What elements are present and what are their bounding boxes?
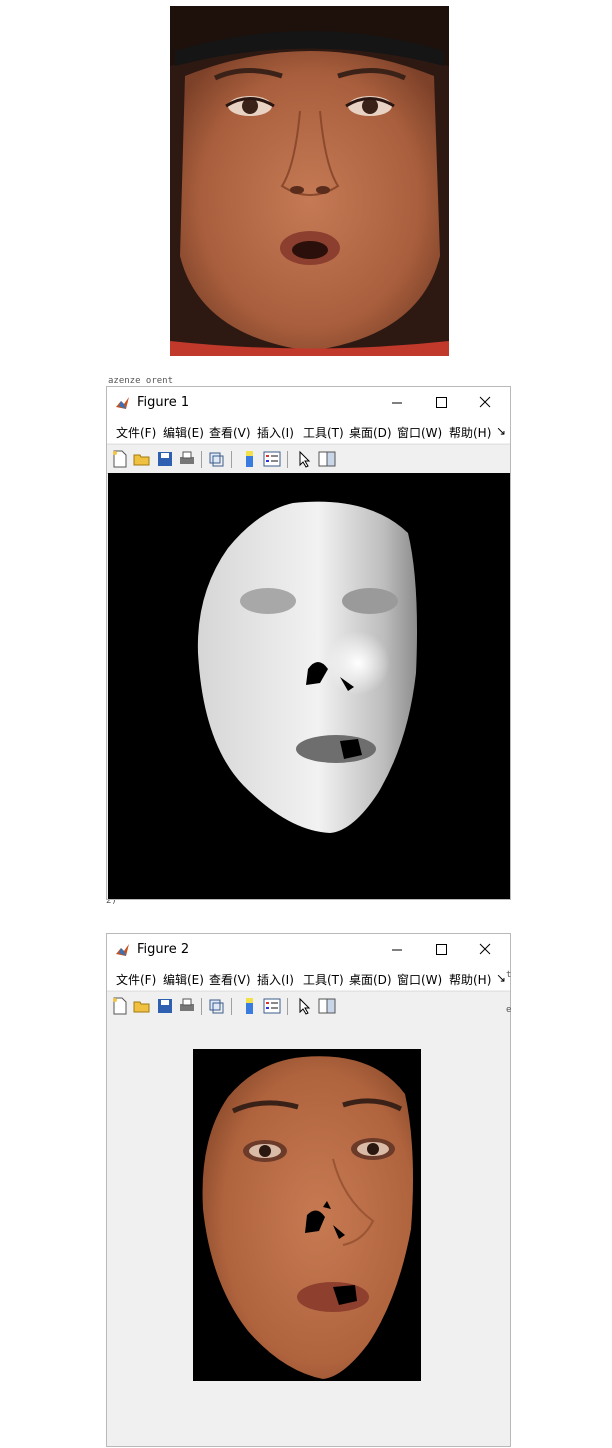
background-code-text: azenze orent [108, 376, 174, 386]
menu-bar: 文件(F) 编辑(E) 查看(V) 插入(I) 工具(T) 桌面(D) 窗口(W… [107, 419, 510, 443]
close-icon[interactable] [463, 934, 507, 966]
toolbar [107, 991, 510, 1021]
menu-desktop[interactable]: 桌面(D) [349, 971, 392, 988]
menu-file[interactable]: 文件(F) [116, 971, 156, 988]
background-code-text: e [506, 1005, 512, 1015]
link-plot-icon[interactable] [207, 997, 225, 1015]
menu-help[interactable]: 帮助(H) [449, 424, 491, 441]
figure-1-axes[interactable] [108, 473, 510, 899]
figure-2-axes[interactable] [193, 1049, 421, 1381]
close-icon[interactable] [463, 387, 507, 419]
figure-2-canvas [107, 1020, 510, 1446]
legend-icon[interactable] [263, 450, 281, 468]
figure-1-window[interactable]: Figure 1 文件(F) 编辑(E) 查看(V) 插入(I) 工具(T) 桌… [106, 386, 511, 900]
open-icon[interactable] [133, 997, 151, 1015]
property-editor-icon[interactable] [318, 997, 336, 1015]
open-icon[interactable] [133, 450, 151, 468]
menu-overflow-icon[interactable]: ↘ [496, 424, 506, 438]
colorbar-icon[interactable] [241, 997, 259, 1015]
figure-2-window[interactable]: Figure 2 文件(F) 编辑(E) 查看(V) 插入(I) 工具(T) 桌… [106, 933, 511, 1447]
menu-edit[interactable]: 编辑(E) [163, 971, 204, 988]
depth-map-face [197, 501, 417, 833]
menu-help[interactable]: 帮助(H) [449, 971, 491, 988]
menu-tools[interactable]: 工具(T) [303, 971, 344, 988]
new-figure-icon[interactable] [111, 450, 129, 468]
menu-insert[interactable]: 插入(I) [257, 424, 294, 441]
title-bar[interactable]: Figure 1 [107, 387, 510, 419]
menu-bar: 文件(F) 编辑(E) 查看(V) 插入(I) 工具(T) 桌面(D) 窗口(W… [107, 966, 510, 990]
toolbar-separator [201, 998, 202, 1015]
masked-face-texture [202, 1056, 413, 1379]
new-figure-icon[interactable] [111, 997, 129, 1015]
toolbar-separator [231, 998, 232, 1015]
minimize-icon[interactable] [375, 934, 419, 966]
maximize-icon[interactable] [419, 387, 463, 419]
save-icon[interactable] [156, 450, 174, 468]
toolbar-separator [231, 451, 232, 468]
legend-icon[interactable] [263, 997, 281, 1015]
toolbar-separator [201, 451, 202, 468]
toolbar-separator [287, 451, 288, 468]
link-plot-icon[interactable] [207, 450, 225, 468]
menu-view[interactable]: 查看(V) [209, 971, 251, 988]
title-bar[interactable]: Figure 2 [107, 934, 510, 966]
matlab-icon [116, 397, 129, 409]
menu-file[interactable]: 文件(F) [116, 424, 156, 441]
pointer-icon[interactable] [296, 997, 314, 1015]
window-title: Figure 1 [137, 395, 190, 410]
menu-view[interactable]: 查看(V) [209, 424, 251, 441]
menu-desktop[interactable]: 桌面(D) [349, 424, 392, 441]
menu-tools[interactable]: 工具(T) [303, 424, 344, 441]
property-editor-icon[interactable] [318, 450, 336, 468]
toolbar [107, 444, 510, 474]
menu-insert[interactable]: 插入(I) [257, 971, 294, 988]
pointer-icon[interactable] [296, 450, 314, 468]
window-title: Figure 2 [137, 942, 190, 957]
matlab-icon [116, 944, 129, 956]
menu-overflow-icon[interactable]: ↘ [496, 971, 506, 985]
print-icon[interactable] [178, 997, 196, 1015]
menu-window[interactable]: 窗口(W) [397, 424, 442, 441]
save-icon[interactable] [156, 997, 174, 1015]
print-icon[interactable] [178, 450, 196, 468]
toolbar-separator [287, 998, 288, 1015]
face-photo [170, 6, 449, 356]
menu-window[interactable]: 窗口(W) [397, 971, 442, 988]
menu-edit[interactable]: 编辑(E) [163, 424, 204, 441]
maximize-icon[interactable] [419, 934, 463, 966]
minimize-icon[interactable] [375, 387, 419, 419]
background-code-text: t [506, 970, 512, 980]
colorbar-icon[interactable] [241, 450, 259, 468]
